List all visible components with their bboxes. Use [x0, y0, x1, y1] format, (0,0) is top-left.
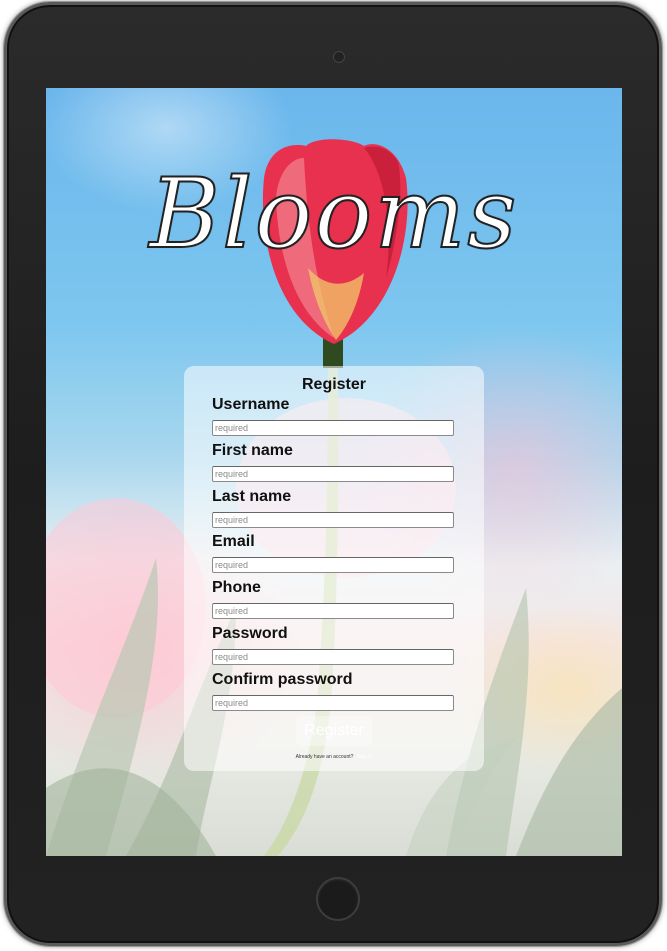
- password-label: Password: [212, 625, 288, 642]
- username-label: Username: [212, 396, 290, 413]
- signin-prompt: Already have an account?: [295, 754, 354, 760]
- password-field[interactable]: [212, 649, 454, 665]
- phone-field[interactable]: [212, 603, 454, 619]
- signin-link[interactable]: Sign In: [357, 754, 373, 760]
- confirm-password-field[interactable]: [212, 695, 454, 711]
- last-name-label: Last name: [212, 488, 292, 505]
- camera-icon: [333, 51, 345, 63]
- app-logo: Blooms: [148, 157, 519, 271]
- confirm-password-label: Confirm password: [212, 671, 353, 688]
- phone-label: Phone: [212, 579, 261, 596]
- register-button[interactable]: Register: [296, 716, 372, 746]
- app-screen: Blooms Register Username First name Last…: [46, 88, 622, 856]
- email-field[interactable]: [212, 557, 454, 573]
- first-name-label: First name: [212, 442, 293, 459]
- signin-row: Already have an account? Sign In: [184, 754, 484, 760]
- username-field[interactable]: [212, 420, 454, 436]
- email-label: Email: [212, 533, 255, 550]
- form-title: Register: [301, 376, 367, 393]
- home-button[interactable]: [316, 877, 360, 921]
- last-name-field[interactable]: [212, 512, 454, 528]
- first-name-field[interactable]: [212, 466, 454, 482]
- register-card: Register Username First name Last name E…: [184, 366, 484, 771]
